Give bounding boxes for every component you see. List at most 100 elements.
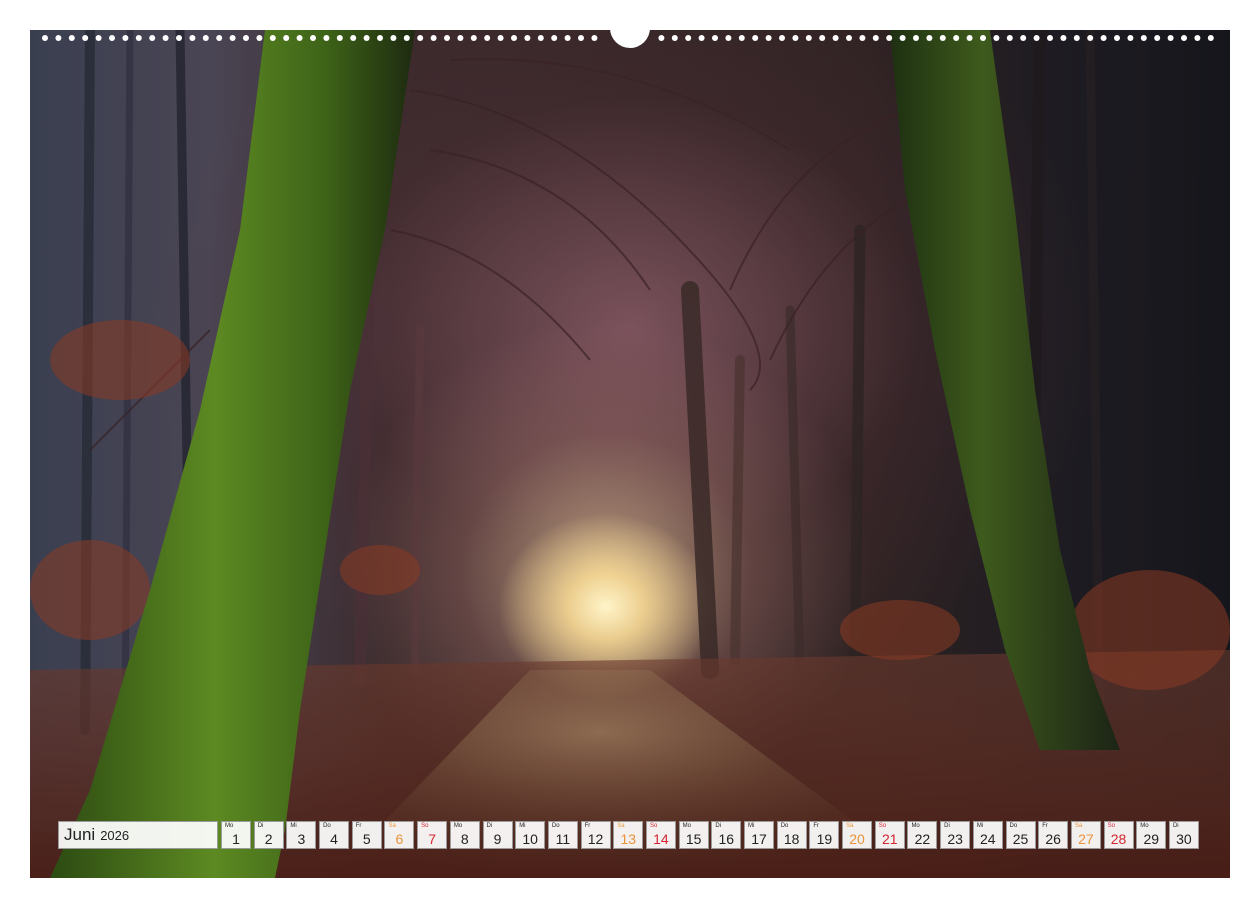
day-number: 8 [460,831,469,847]
day-cell: Mo 8 [449,821,480,849]
binding-hole [122,35,129,41]
binding-hole [1154,35,1161,41]
weekday-label: Do [1009,823,1018,829]
binding-hole [1100,35,1107,41]
weekday-label: Sa [388,823,396,829]
binding-hole [524,35,531,41]
binding-hole [310,35,316,41]
weekday-label: So [421,823,429,829]
binding-hole [980,35,986,41]
binding-hole [779,35,785,41]
day-number: 27 [1078,831,1094,847]
binding-hole [444,35,450,41]
binding-hole [765,35,772,41]
binding-hole [551,35,558,41]
day-number: 16 [718,831,735,847]
binding-hole [189,35,196,41]
weekday-label: So [1107,823,1115,829]
day-number: 20 [849,831,865,847]
binding-hole [511,35,517,41]
binding-hole [1207,35,1214,41]
day-cell: Di 30 [1168,821,1199,849]
binding-hole [484,35,491,41]
binding-hole [738,35,745,41]
weekday-label: Mo [1140,823,1149,829]
weekday-label: Di [1172,823,1179,829]
day-cell: So 28 [1103,821,1134,849]
day-number: 4 [330,831,338,847]
day-cell: So 21 [874,821,905,849]
binding-hole [685,35,692,41]
weekday-label: Mo [682,823,691,829]
weekday-label: Mo [911,823,920,829]
day-number: 15 [685,831,702,847]
day-cell: Di 16 [711,821,742,849]
binding-hole [939,35,946,41]
day-number: 12 [587,831,604,847]
weekday-label: Mo [453,823,463,829]
binding-hole [913,35,919,41]
day-number: 21 [881,831,898,847]
day-cell: Mi 10 [515,821,546,849]
binding-hole [1181,35,1187,41]
binding-hole [457,35,464,41]
binding-hole [846,35,852,41]
weekday-label: Do [551,823,560,829]
binding-hole [993,35,1000,41]
binding-hole [377,35,383,41]
day-number: 11 [555,831,571,847]
binding-hole [109,35,115,41]
binding-hole [966,35,973,41]
day-number: 17 [751,831,767,847]
binding-hole [899,35,906,41]
day-cell: So 14 [645,821,676,849]
binding-hole [283,35,290,41]
day-number: 28 [1110,831,1127,847]
binding-hole [216,35,223,41]
binding-hole [872,35,879,41]
day-cell: Mo 1 [221,821,251,849]
binding-hole [725,35,732,41]
day-cell: Di 2 [253,821,284,849]
binding-hole [926,35,933,41]
binding-hole [296,35,303,41]
weekday-label: Di [257,823,264,829]
binding-hole [336,35,343,41]
binding-hole [819,35,826,41]
day-cell: Mi 24 [972,821,1003,849]
day-cell: Fr 19 [809,821,840,849]
binding-hole [323,35,330,41]
calendar-page: Juni 2026 Mo 1 Di 2 Mi 3 Do 4 Fr 5 Sa 6 So 7 Mo 8 Di 9 Mi 1… [0,0,1260,908]
weekday-label: Di [715,823,721,829]
day-number: 25 [1012,831,1029,847]
day-cell: Di 9 [482,821,513,849]
binding-hole [591,35,598,41]
binding-hole [82,35,89,41]
forest-scene [30,30,1230,878]
binding-hole [135,35,142,41]
binding-hole [1060,35,1067,41]
binding-hole [698,35,705,41]
weekday-label: Di [944,823,950,829]
binding-hole [564,35,571,41]
binding-hole [1020,35,1027,41]
binding-hole [95,35,102,41]
weekday-label: So [878,823,887,829]
day-cell: Mo 22 [907,821,938,849]
weekday-label: So [649,823,658,829]
binding-hole [55,35,62,41]
binding-hole [1140,35,1147,41]
weekday-label: Sa [617,823,625,829]
day-cell: Fr 12 [580,821,611,849]
binding-hole [390,35,397,41]
weekday-label: Mi [976,823,984,829]
weekday-label: Fr [584,823,591,829]
day-number: 2 [264,831,273,847]
binding-hole [671,35,678,41]
binding-hole [1127,35,1134,41]
binding-hole [350,35,357,41]
day-number: 10 [522,831,538,847]
month-name: Juni [64,825,96,844]
binding-hole [403,35,410,41]
day-number: 30 [1176,831,1192,847]
